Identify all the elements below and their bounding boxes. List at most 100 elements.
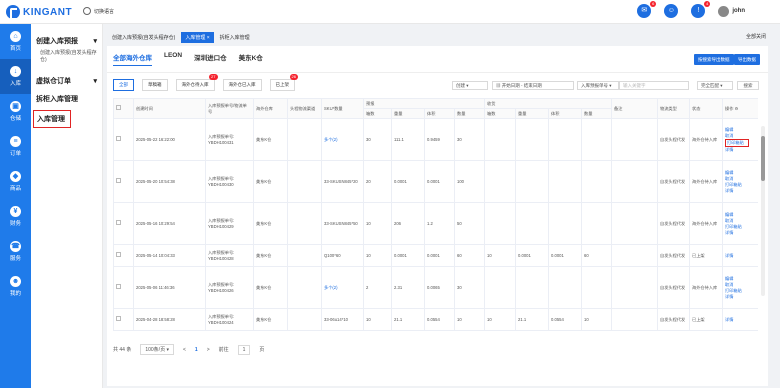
cell-forecast-no: 入库预报单号: YBDH100430 [205, 160, 254, 203]
submenu-virtual-orders[interactable]: 虚拟仓订单 ▾ [31, 74, 102, 88]
sidebar-item-3[interactable]: ≡ 订单 [0, 129, 31, 164]
inbound-table: 创建时间 入库预报单号/物流单号 海外仓库 头程物流渠道 SKU*数量 预报 收… [113, 98, 758, 363]
row-checkbox[interactable] [113, 118, 134, 161]
page-tab-create-forecast[interactable]: 创建入库预报(自发头程存仓) [108, 32, 179, 43]
subheader-6: 体积 [548, 108, 583, 119]
export-button[interactable]: 导出数据 [734, 54, 760, 65]
table-row: 2025-05-16 10:29:54 入库预报单号: YBDH100429 美东K… [113, 202, 758, 245]
match-select[interactable]: 完全匹配 ▾ [697, 81, 733, 90]
sidebar-item-7[interactable]: ☻ 我的 [0, 269, 31, 304]
cell-sku[interactable]: 多个(2) [321, 266, 364, 309]
settings-icon[interactable]: ⚙ [735, 106, 739, 111]
header-checkbox[interactable] [113, 98, 134, 119]
filter-button-0[interactable]: 全部 [113, 79, 134, 91]
header-warehouse: 海外仓库 [253, 98, 288, 119]
message-icon[interactable]: ☺ [664, 4, 679, 18]
current-page[interactable]: 1 [195, 347, 198, 353]
warehouse-tab-all[interactable]: 全部海外仓库 [113, 52, 152, 66]
sidebar-item-2[interactable]: ▣ 仓储 [0, 94, 31, 129]
submenu-create-forecast[interactable]: 创建入库预报 ▾ [31, 34, 102, 48]
action-link-3[interactable]: 详情 [725, 294, 758, 300]
submenu-inbound-management[interactable]: 入库管理 [33, 110, 71, 128]
row-checkbox[interactable] [113, 308, 134, 331]
goto-input[interactable]: 1 [237, 344, 251, 355]
cell-received-value [548, 266, 583, 309]
action-link-0[interactable]: 详情 [725, 253, 758, 259]
row-checkbox[interactable] [113, 160, 134, 203]
close-icon[interactable]: × [207, 35, 210, 41]
subheader-3: 数量 [453, 108, 486, 119]
prev-page-button[interactable]: < [183, 347, 186, 353]
page-tab-unpack-inbound[interactable]: 拆柜入库管理 [216, 32, 254, 43]
cell-actions: 详情 [722, 244, 758, 267]
date-type-select[interactable]: 创建 ▾ [452, 81, 488, 90]
action-link-0[interactable]: 详情 [725, 317, 758, 323]
cell-received-value [581, 202, 613, 245]
cell-forecast-value: 50 [453, 202, 486, 245]
cell-remark [611, 118, 659, 161]
close-all-button[interactable]: 全部关闭 [746, 33, 766, 40]
export-search-button[interactable]: 按搜索导出数据 [694, 54, 734, 65]
cell-received-value [548, 160, 583, 203]
page-tab-inbound-management[interactable]: 入库管理 × [181, 31, 214, 43]
subheader-4: 箱数 [484, 108, 517, 119]
search-input[interactable]: 输入关键字 [619, 81, 689, 90]
cell-time: 2025-04-28 18:58:28 [133, 308, 206, 331]
sidebar-item-4[interactable]: ◆ 商品 [0, 164, 31, 199]
alert-icon[interactable]: ! 4 [691, 1, 711, 18]
cell-remark [611, 308, 659, 331]
sidebar-item-0[interactable]: ⌂ 首页 [0, 24, 31, 59]
sidebar-item-6[interactable]: ☎ 服务 [0, 234, 31, 269]
cell-time: 2025-05-22 16:22:00 [133, 118, 206, 161]
next-page-button[interactable]: > [207, 347, 210, 353]
sidebar-item-label: 仓储 [9, 116, 21, 122]
cell-actions: 详情 [722, 308, 758, 331]
cell-received-value [515, 118, 550, 161]
subheader-5: 重量 [515, 108, 550, 119]
sidebar-item-label: 首页 [9, 46, 21, 52]
notification-icon[interactable]: ✉ 6 [637, 1, 657, 18]
filter-button-3[interactable]: 海外仓已入库 [222, 79, 262, 91]
header-created-time[interactable]: 创建时间 [133, 98, 206, 119]
filter-button-4[interactable]: 已上架 26 [269, 74, 298, 91]
page-size-select[interactable]: 100条/页 ▾ [140, 344, 174, 355]
submenu-create-forecast-self[interactable]: 创建入库预报(自发头程存仓) [31, 48, 102, 66]
submenu-unpack-inbound[interactable]: 拆柜入库管理 [31, 92, 102, 106]
action-link-3[interactable]: 详情 [725, 147, 758, 153]
filter-button-2[interactable]: 海外仓待入库 27 [175, 74, 218, 91]
cell-logistics-type: 自发头程代发 [657, 118, 691, 161]
filter-button-1[interactable]: 草稿箱 [142, 79, 168, 91]
search-field-select[interactable]: 入库预报单号 ▾ [577, 81, 619, 90]
cell-forecast-value: 21.1 [391, 308, 425, 331]
warehouse-tab-leon[interactable]: LEON [164, 52, 182, 66]
sidebar-item-5[interactable]: ¥ 财务 [0, 199, 31, 234]
cell-forecast-value: 30 [363, 118, 392, 161]
row-checkbox[interactable] [113, 244, 134, 267]
logo[interactable]: KINGANT [6, 5, 72, 20]
warehouse-tab-us-east-k[interactable]: 美东K仓 [239, 52, 263, 66]
cell-logistics-type: 自发头程代发 [657, 266, 691, 309]
action-link-3[interactable]: 详情 [725, 188, 758, 194]
caret-icon: ▾ [93, 38, 97, 45]
user-menu[interactable]: john [718, 5, 745, 17]
cell-forecast-value: 100 [453, 160, 486, 203]
scrollbar[interactable] [761, 126, 765, 296]
sidebar-item-1[interactable]: ↓ 入库 [0, 59, 31, 94]
cell-remark [611, 202, 659, 245]
cell-sku[interactable]: 多个(2) [321, 118, 364, 161]
language-switch[interactable]: 切换语言 [83, 7, 114, 15]
cell-channel [287, 244, 322, 267]
row-checkbox[interactable] [113, 202, 134, 245]
row-checkbox[interactable] [113, 266, 134, 309]
sidebar-item-label: 商品 [9, 186, 21, 192]
search-button[interactable]: 搜索 [737, 81, 759, 90]
cell-time: 2025-05-16 10:29:54 [133, 202, 206, 245]
warehouse-tab-shenzhen[interactable]: 深圳进口仓 [194, 52, 227, 66]
cell-forecast-value: 0.0001 [391, 160, 425, 203]
date-range-picker[interactable]: ▦ 开始日期 - 结束日期 [492, 81, 574, 90]
action-link-3[interactable]: 详情 [725, 230, 758, 236]
sidebar: ⌂ 首页 ↓ 入库 ▣ 仓储 ≡ 订单 ◆ 商品 ¥ 财务 ☎ 服务 ☻ 我的 [0, 24, 31, 388]
table-row: 2025-05-20 10:54:38 入库预报单号: YBDH100430 美东K… [113, 160, 758, 203]
action-link-2[interactable]: 打印箱贴 [725, 138, 750, 147]
cell-status: 海外仓待入库 [689, 266, 724, 309]
